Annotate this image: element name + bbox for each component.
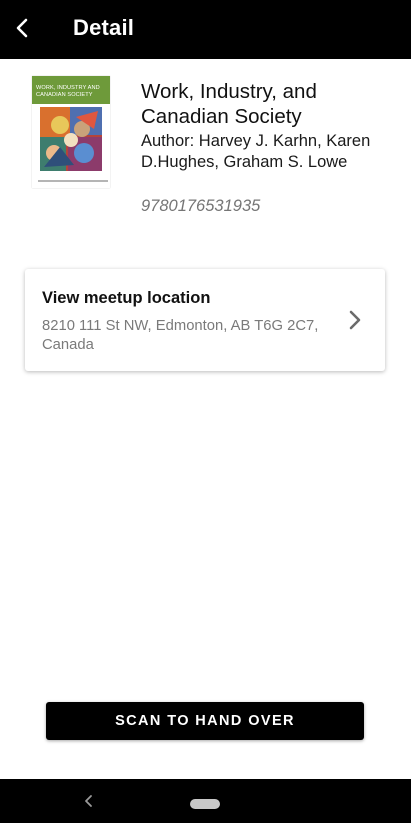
cover-title: WORK, INDUSTRY AND CANADIAN SOCIETY [36, 85, 100, 98]
meetup-location-card[interactable]: View meetup location 8210 111 St NW, Edm… [25, 269, 385, 371]
meetup-heading: View meetup location [42, 289, 211, 307]
chevron-left-icon [16, 18, 28, 38]
page-title: Detail [73, 15, 135, 40]
book-title: Work, Industry, and Canadian Society [141, 80, 317, 128]
nav-back-icon[interactable] [82, 794, 96, 808]
back-button[interactable] [8, 10, 36, 46]
book-cover-image: WORK, INDUSTRY AND CANADIAN SOCIETY [32, 76, 110, 188]
detail-screen: Detail WORK, INDUSTRY AND CANADIAN SOCIE… [0, 0, 411, 823]
book-author: Author: Harvey J. Karhn, Karen D.Hughes,… [141, 132, 371, 171]
meetup-address: 8210 111 St NW, Edmonton, AB T6G 2C7, Ca… [42, 318, 319, 353]
book-isbn: 9780176531935 [141, 197, 261, 215]
scan-to-hand-over-button[interactable]: SCAN TO HAND OVER [46, 702, 364, 740]
cover-art [40, 107, 102, 171]
cover-authors-line [38, 180, 108, 182]
app-bar: Detail [0, 0, 411, 59]
home-pill-icon[interactable] [190, 799, 220, 809]
chevron-right-icon [349, 310, 361, 330]
system-nav-bar [0, 779, 411, 823]
